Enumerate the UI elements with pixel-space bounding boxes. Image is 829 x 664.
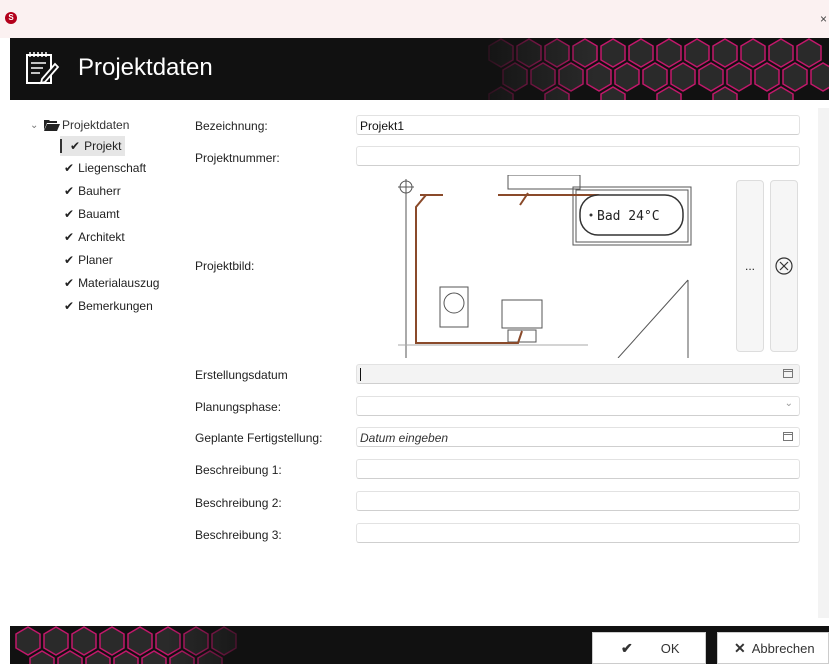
checkmark-icon: ✔ [64, 253, 75, 267]
tree-item-label: Projekt [84, 139, 122, 153]
window-titlebar: S × [0, 0, 829, 38]
text-caret [360, 368, 361, 381]
hex-pattern-decoration [469, 38, 829, 100]
tree-item-label: Bemerkungen [78, 299, 153, 313]
projektnummer-label: Projektnummer: [195, 151, 280, 165]
vertical-scrollbar[interactable] [818, 108, 829, 618]
tree-item-materialauszug[interactable]: ✔ Materialauszug [60, 273, 163, 293]
tree-item-bauamt[interactable]: ✔ Bauamt [60, 204, 123, 224]
beschreibung2-input[interactable] [356, 491, 800, 511]
tree-item-label: Bauamt [78, 207, 120, 221]
chevron-down-icon[interactable]: ⌄ [30, 120, 44, 131]
tree-item-label: Architekt [78, 230, 125, 244]
bezeichnung-label: Bezeichnung: [195, 119, 268, 133]
tree-item-label: Planer [78, 253, 113, 267]
checkmark-icon: ✔ [64, 276, 75, 290]
beschreibung2-label: Beschreibung 2: [195, 496, 282, 510]
tree-root-projektdaten[interactable]: ⌄ Projektdaten [30, 118, 129, 132]
close-icon: ✕ [734, 639, 746, 656]
beschreibung1-input[interactable] [356, 459, 800, 479]
cancel-button[interactable]: ✕ Abbrechen [717, 632, 829, 664]
checkmark-icon: ✔ [621, 639, 633, 656]
checkmark-icon: ✔ [64, 184, 75, 198]
circle-x-icon [775, 257, 793, 275]
tree-item-label: Materialauszug [78, 276, 160, 290]
tree-item-projekt[interactable]: ✔ Projekt [60, 136, 126, 156]
tree-item-label: Bauherr [78, 184, 121, 198]
erstellungsdatum-label: Erstellungsdatum [195, 368, 288, 382]
ok-label: OK [660, 640, 680, 656]
folder-open-icon [44, 120, 60, 131]
calendar-icon[interactable] [783, 368, 793, 378]
ok-button[interactable]: ✔ OK [592, 632, 706, 664]
planungsphase-label: Planungsphase: [195, 400, 282, 414]
page-title: Projektdaten [78, 54, 213, 81]
tree-item-architekt[interactable]: ✔ Architekt [60, 227, 129, 247]
planungsphase-dropdown[interactable]: ⌄ [356, 396, 800, 416]
browse-label: ... [744, 259, 755, 273]
hex-pattern-decoration [10, 626, 270, 664]
chevron-down-icon[interactable]: ⌄ [785, 398, 793, 409]
projektnummer-input[interactable] [356, 146, 800, 166]
bezeichnung-input[interactable]: Projekt1 [356, 115, 800, 135]
dialog-header: Projektdaten [10, 38, 829, 100]
projektbild-label: Projektbild: [195, 259, 255, 273]
beschreibung3-input[interactable] [356, 523, 800, 543]
tree-item-bauherr[interactable]: ✔ Bauherr [60, 181, 125, 201]
notepad-icon [26, 52, 60, 85]
dialog-footer [10, 626, 829, 664]
checkmark-icon: ✔ [70, 139, 81, 153]
fertigstellung-label: Geplante Fertigstellung: [195, 431, 323, 445]
checkmark-icon: ✔ [64, 161, 75, 175]
checkmark-icon: ✔ [64, 230, 75, 244]
tree-item-liegenschaft[interactable]: ✔ Liegenschaft [60, 158, 150, 178]
navigation-tree: ⌄ Projektdaten ✔ Projekt ✔ Liegenschaft … [10, 108, 185, 618]
calendar-icon[interactable] [783, 431, 793, 441]
selection-indicator [60, 139, 62, 153]
checkmark-icon: ✔ [64, 299, 75, 313]
clear-image-button[interactable] [770, 180, 798, 352]
tree-root-label: Projektdaten [62, 118, 130, 132]
tree-item-planer[interactable]: ✔ Planer [60, 250, 117, 270]
tree-item-bemerkungen[interactable]: ✔ Bemerkungen [60, 296, 157, 316]
fertigstellung-placeholder: Datum eingeben [360, 431, 449, 445]
checkmark-icon: ✔ [64, 207, 75, 221]
beschreibung1-label: Beschreibung 1: [195, 463, 282, 477]
app-icon: S [5, 12, 17, 24]
cancel-label: Abbrechen [751, 640, 815, 656]
erstellungsdatum-input[interactable] [356, 364, 800, 384]
beschreibung3-label: Beschreibung 3: [195, 528, 282, 542]
image-temperature-text: Bad 24°C [597, 209, 660, 224]
tree-item-label: Liegenschaft [78, 161, 147, 175]
browse-image-button[interactable]: ... [736, 180, 764, 352]
close-window-button[interactable]: × [820, 12, 827, 26]
project-image[interactable]: Bad 24°C [398, 175, 698, 358]
fertigstellung-input[interactable]: Datum eingeben [356, 427, 800, 447]
